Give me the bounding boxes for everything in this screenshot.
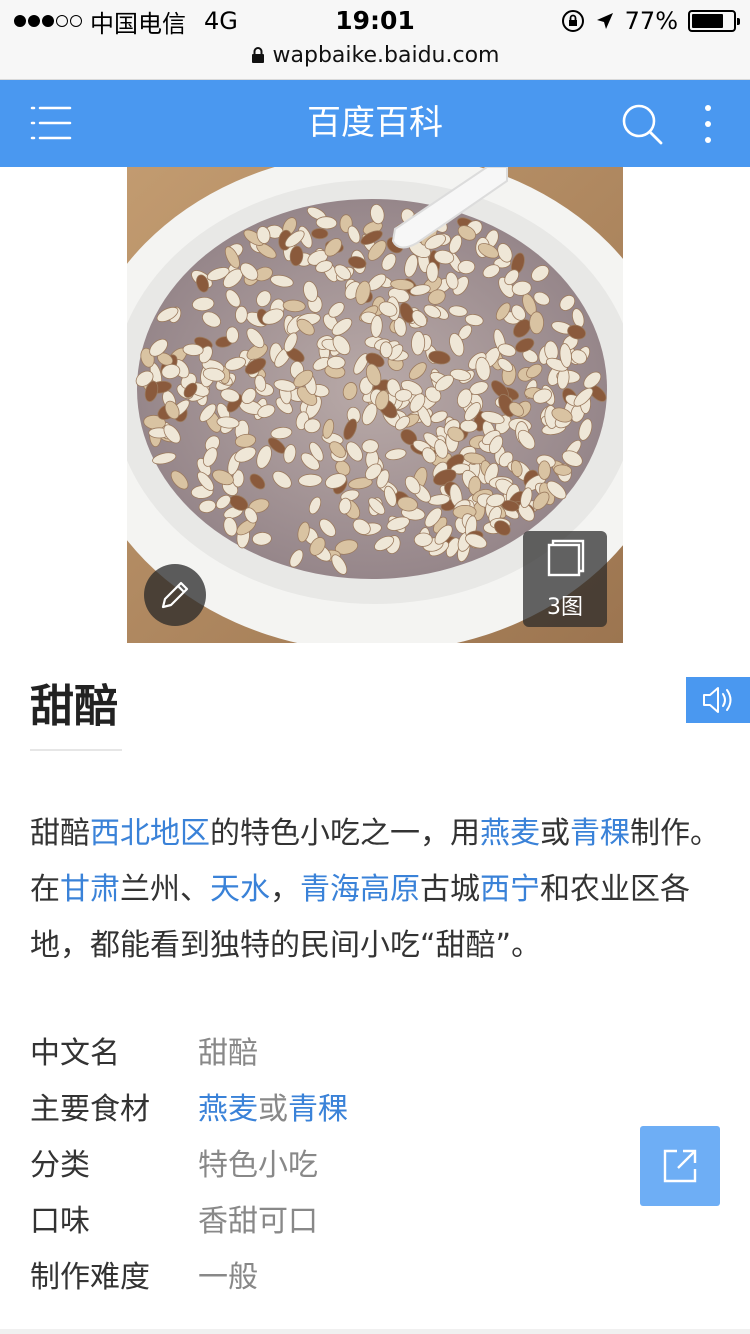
info-row: 制作难度 一般 <box>30 1246 590 1302</box>
info-key: 口味 <box>30 1204 90 1239</box>
more-vertical-icon[interactable] <box>696 100 720 148</box>
info-key: 制作难度 <box>30 1260 150 1295</box>
status-right: 77% <box>561 6 740 36</box>
info-key: 分类 <box>30 1148 90 1183</box>
info-row: 主要食材 燕麦或青稞 <box>30 1078 590 1134</box>
read-aloud-button[interactable] <box>686 677 750 723</box>
info-value-text: 或 <box>258 1092 288 1127</box>
status-bar: 中国电信 4G 19:01 77% wapbaike.baidu.com <box>0 0 750 80</box>
title-divider <box>30 749 122 751</box>
basic-info-table: 中文名 甜醅主要食材 燕麦或青稞分类 特色小吃口味 香甜可口制作难度 一般 <box>30 1022 590 1302</box>
lock-icon <box>251 47 264 63</box>
info-value: 香甜可口 <box>198 1196 318 1240</box>
grain-shape <box>426 261 439 283</box>
info-value-text: 一般 <box>198 1260 258 1295</box>
speaker-icon <box>703 687 732 713</box>
summary-text: 或 <box>540 816 570 851</box>
info-key: 中文名 <box>30 1036 120 1071</box>
summary-link[interactable]: 甘肃 <box>60 872 120 907</box>
info-value-link[interactable]: 燕麦 <box>198 1092 258 1127</box>
info-value-text: 香甜可口 <box>198 1204 318 1239</box>
top-nav-bar: 百度百科 <box>0 80 750 167</box>
battery-percent: 77% <box>624 7 678 35</box>
battery-icon <box>688 10 740 32</box>
grain-shape <box>413 532 433 547</box>
photo-gallery-button[interactable]: 3图 <box>523 531 607 627</box>
grain-shape <box>326 355 346 370</box>
info-row: 口味 香甜可口 <box>30 1190 590 1246</box>
grain-shape <box>537 460 551 480</box>
info-value: 燕麦或青稞 <box>198 1084 348 1128</box>
summary-link[interactable]: 西宁 <box>480 872 540 907</box>
summary-link[interactable]: 青稞 <box>570 816 630 851</box>
entry-summary: 甜醅西北地区的特色小吃之一，用燕麦或青稞制作。在甘肃兰州、天水，青海高原古城西宁… <box>30 806 720 974</box>
info-value-text: 特色小吃 <box>198 1148 318 1183</box>
photo-count: 3图 <box>547 595 583 620</box>
grain-shape <box>529 311 545 335</box>
info-value: 甜醅 <box>198 1028 258 1072</box>
summary-text: ， <box>270 872 300 907</box>
summary-link[interactable]: 天水 <box>210 872 270 907</box>
orientation-lock-icon <box>561 10 584 32</box>
info-value: 一般 <box>198 1252 258 1296</box>
edit-button[interactable] <box>144 564 206 626</box>
summary-text: 古城 <box>420 872 480 907</box>
grain-shape <box>459 419 478 433</box>
summary-link[interactable]: 西北地区 <box>90 816 210 851</box>
share-external-icon <box>663 1149 697 1183</box>
summary-link[interactable]: 青海高原 <box>300 872 420 907</box>
info-row: 中文名 甜醅 <box>30 1022 590 1078</box>
url-text: wapbaike.baidu.com <box>272 42 500 68</box>
summary-text: 兰州、 <box>120 872 210 907</box>
entry-title: 甜醅 <box>30 681 118 732</box>
battery-level <box>692 14 723 28</box>
grain-shape <box>311 228 329 240</box>
info-row: 分类 特色小吃 <box>30 1134 590 1190</box>
info-value-link[interactable]: 青稞 <box>288 1092 348 1127</box>
info-value: 特色小吃 <box>198 1140 318 1184</box>
summary-text: 的特色小吃之一，用 <box>210 816 480 851</box>
location-arrow-icon <box>596 13 613 29</box>
info-key: 主要食材 <box>30 1092 150 1127</box>
search-icon[interactable] <box>620 102 664 146</box>
share-button[interactable] <box>640 1126 720 1206</box>
pencil-icon <box>161 581 189 609</box>
grain-shape <box>379 341 393 359</box>
bottom-divider <box>0 1329 750 1334</box>
summary-link[interactable]: 燕麦 <box>480 816 540 851</box>
gallery-stack-icon <box>547 539 585 577</box>
summary-text: 甜醅 <box>30 816 90 851</box>
address-bar[interactable]: wapbaike.baidu.com <box>0 40 750 70</box>
info-value-text: 甜醅 <box>198 1036 258 1071</box>
